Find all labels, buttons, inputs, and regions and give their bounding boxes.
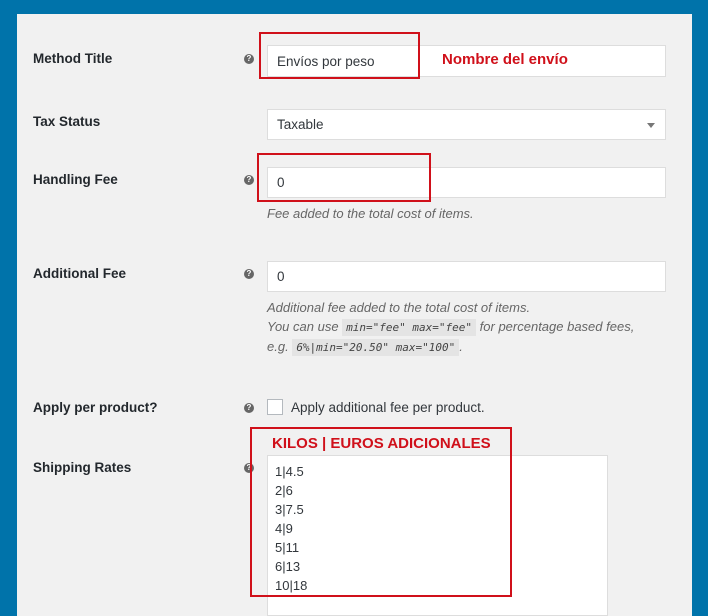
additional-fee-description-2: You can use min="fee" max="fee" for perc…: [267, 317, 634, 337]
help-icon[interactable]: ?: [244, 175, 254, 185]
help-icon[interactable]: ?: [244, 403, 254, 413]
help-icon[interactable]: ?: [244, 269, 254, 279]
handling-fee-description: Fee added to the total cost of items.: [267, 206, 474, 221]
additional-fee-label: Additional Fee: [33, 266, 127, 281]
description-text: e.g.: [267, 339, 289, 354]
apply-per-product-checkbox-label[interactable]: Apply additional fee per product.: [291, 400, 485, 415]
tax-status-select[interactable]: Taxable: [267, 109, 666, 140]
code-snippet: 6%|min="20.50" max="100": [292, 339, 460, 356]
handling-fee-label: Handling Fee: [33, 172, 118, 187]
method-title-label: Method Title: [33, 51, 113, 66]
additional-fee-input[interactable]: 0: [267, 261, 666, 292]
additional-fee-description-3: e.g. 6%|min="20.50" max="100".: [267, 337, 463, 357]
annotation-box-rates: [250, 427, 512, 597]
tax-status-value: Taxable: [277, 117, 324, 132]
apply-per-product-checkbox[interactable]: [267, 399, 283, 415]
annotation-shipping-rates: KILOS | EUROS ADICIONALES: [272, 435, 491, 452]
tax-status-label: Tax Status: [33, 114, 101, 129]
additional-fee-description-1: Additional fee added to the total cost o…: [267, 300, 531, 315]
description-text: You can use: [267, 319, 339, 334]
chevron-down-icon: [647, 123, 655, 128]
annotation-box-title: [259, 32, 420, 79]
shipping-rates-label: Shipping Rates: [33, 460, 132, 475]
additional-fee-value: 0: [277, 269, 285, 284]
description-text: for percentage based fees,: [479, 319, 635, 334]
annotation-method-title: Nombre del envío: [442, 51, 568, 68]
description-text: .: [459, 339, 463, 354]
annotation-box-handling: [257, 153, 431, 202]
apply-per-product-label: Apply per product?: [33, 400, 158, 415]
code-snippet: min="fee" max="fee": [342, 319, 477, 336]
help-icon[interactable]: ?: [244, 54, 254, 64]
